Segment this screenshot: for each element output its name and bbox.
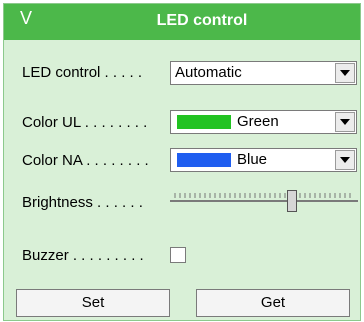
buzzer-checkbox[interactable] <box>170 247 186 263</box>
color-ul-value: Green <box>237 113 279 130</box>
led-control-select[interactable]: Automatic <box>170 61 357 85</box>
get-button[interactable]: Get <box>196 289 350 317</box>
color-na-select[interactable]: Blue <box>170 148 357 172</box>
color-na-value: Blue <box>237 151 268 168</box>
slider-ticks <box>174 193 351 198</box>
color-ul-swatch <box>177 115 231 129</box>
panel-title: LED control <box>156 12 248 29</box>
set-button[interactable]: Set <box>16 289 170 317</box>
dropdown-arrow-icon[interactable] <box>335 63 355 83</box>
brightness-label: Brightness . . . . . . <box>22 194 143 211</box>
led-control-panel: V LED control LED control . . . . . Auto… <box>3 3 361 321</box>
led-control-value: Automatic <box>175 64 242 81</box>
led-control-label: LED control . . . . . <box>22 64 143 81</box>
slider-track <box>170 200 358 202</box>
dropdown-arrow-icon[interactable] <box>335 112 355 132</box>
color-na-label: Color NA . . . . . . . . <box>22 152 149 169</box>
dropdown-arrow-icon[interactable] <box>335 150 355 170</box>
panel-header[interactable]: V LED control <box>4 4 360 40</box>
buzzer-label: Buzzer . . . . . . . . . <box>22 247 144 264</box>
slider-thumb[interactable] <box>287 190 297 212</box>
color-ul-label: Color UL . . . . . . . . <box>22 114 148 131</box>
brightness-slider[interactable] <box>170 189 358 213</box>
color-ul-select[interactable]: Green <box>170 110 357 134</box>
color-na-swatch <box>177 153 231 167</box>
